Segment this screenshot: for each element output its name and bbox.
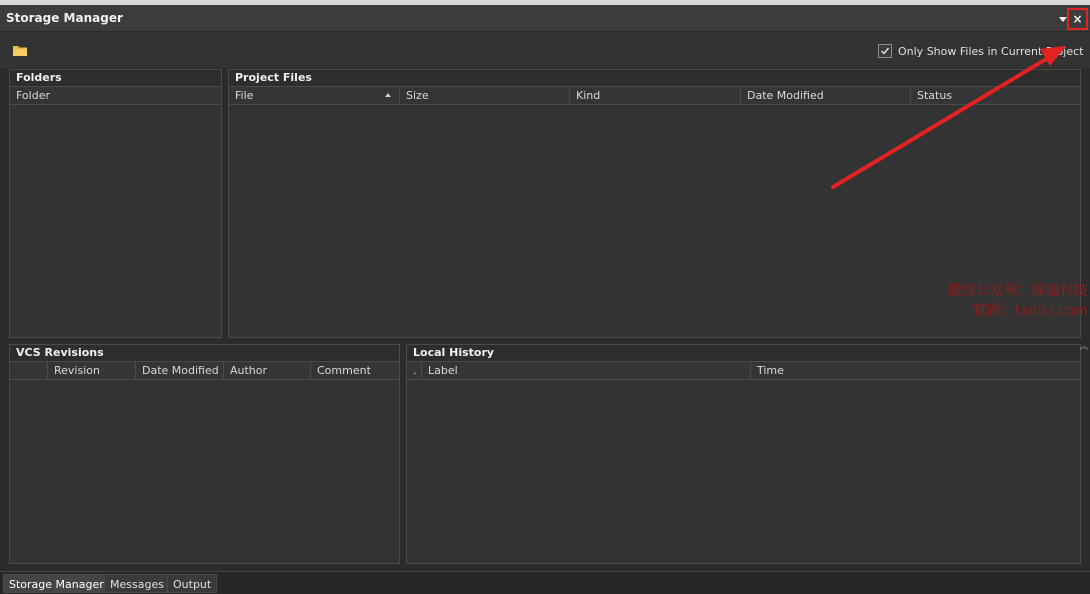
tab-output[interactable]: Output (167, 574, 218, 593)
column-kind[interactable]: Kind (570, 87, 741, 104)
column-status[interactable]: Status (911, 87, 1080, 104)
collapse-up-icon[interactable]: ︽ (1079, 343, 1089, 353)
column-vcs-blank[interactable] (10, 362, 48, 379)
column-time[interactable]: Time (751, 362, 1080, 379)
column-vcs-date-modified[interactable]: Date Modified (136, 362, 224, 379)
panel-titlebar: Storage Manager × (0, 7, 1090, 32)
toolbar: Only Show Files in Current Project (0, 32, 1090, 68)
folders-list[interactable] (10, 105, 221, 337)
only-show-current-project-checkbox[interactable]: Only Show Files in Current Project (878, 43, 1083, 59)
column-author[interactable]: Author (224, 362, 311, 379)
local-history-panel-title: Local History (407, 345, 1080, 362)
project-files-panel-title: Project Files (229, 70, 1080, 87)
bottom-tab-bar: Storage Manager Messages Output (0, 571, 1090, 594)
tab-storage-manager[interactable]: Storage Manager (3, 574, 110, 593)
local-history-list[interactable] (407, 380, 1080, 563)
tab-messages[interactable]: Messages (104, 574, 170, 593)
watermark-line-2: 官网：tanlkj.com (972, 303, 1088, 319)
local-history-column-header: . Label Time (407, 362, 1080, 380)
column-comment[interactable]: Comment (311, 362, 399, 379)
vcs-revisions-list[interactable] (10, 380, 399, 563)
vcs-revisions-panel-title: VCS Revisions (10, 345, 399, 362)
column-file-label: File (235, 89, 254, 102)
column-revision[interactable]: Revision (48, 362, 136, 379)
checkbox-label: Only Show Files in Current Project (898, 44, 1084, 58)
column-label[interactable]: Label (422, 362, 751, 379)
close-button[interactable]: × (1067, 8, 1088, 30)
column-file[interactable]: File (229, 87, 400, 104)
column-folder[interactable]: Folder (10, 87, 221, 104)
folders-panel: Folders Folder (9, 69, 222, 338)
project-files-column-header: File Size Kind Date Modified Status (229, 87, 1080, 105)
folders-column-header: Folder (10, 87, 221, 105)
folder-icon[interactable] (12, 44, 28, 57)
local-history-panel: Local History . Label Time (406, 344, 1081, 564)
sort-ascending-icon (385, 93, 391, 97)
column-history-dot[interactable]: . (407, 362, 422, 379)
checkbox-box[interactable] (878, 44, 892, 58)
column-date-modified[interactable]: Date Modified (741, 87, 911, 104)
top-strip (0, 0, 1090, 7)
column-size[interactable]: Size (400, 87, 570, 104)
panel-title: Storage Manager (6, 11, 123, 25)
folders-panel-title: Folders (10, 70, 221, 87)
vcs-revisions-column-header: Revision Date Modified Author Comment (10, 362, 399, 380)
vcs-revisions-panel: VCS Revisions Revision Date Modified Aut… (9, 344, 400, 564)
watermark: 微信公众号：探临科技 官网：tanlkj.com (928, 281, 1088, 321)
watermark-line-1: 微信公众号：探临科技 (948, 283, 1088, 299)
